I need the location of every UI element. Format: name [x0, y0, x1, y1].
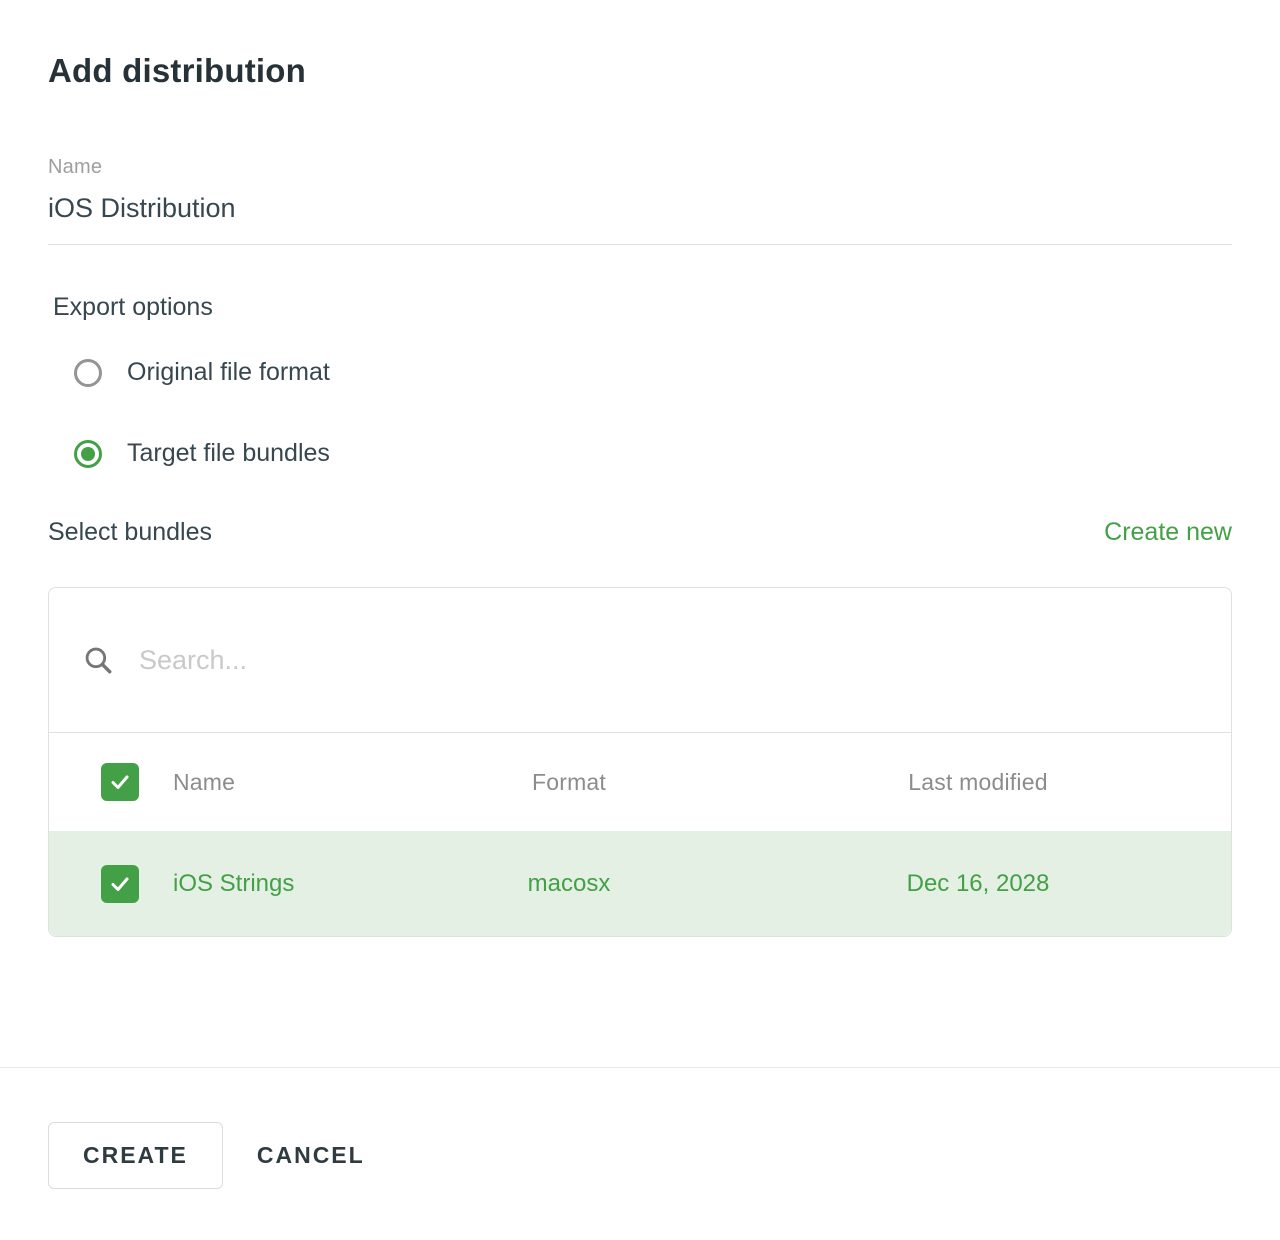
export-options-section: Export options Original file format Targ… [48, 293, 1232, 468]
name-field-group: Name [48, 156, 1232, 245]
create-button[interactable]: CREATE [48, 1122, 223, 1189]
bundles-search-row [49, 588, 1231, 732]
radio-original-file-format[interactable]: Original file format [74, 358, 1232, 387]
bundles-picker: Name Format Last modified iOS Strings ma… [48, 587, 1232, 937]
select-all-checkbox-checked-icon[interactable] [101, 763, 139, 801]
bundles-table-header: Name Format Last modified [49, 732, 1231, 831]
row-checkbox-cell [49, 865, 173, 903]
select-bundles-label: Select bundles [48, 518, 212, 547]
select-all-cell [49, 763, 173, 801]
create-new-link[interactable]: Create new [1104, 518, 1232, 547]
page-title: Add distribution [48, 52, 1232, 90]
bundles-search-input[interactable] [139, 645, 1199, 676]
select-bundles-header: Select bundles Create new [48, 518, 1232, 547]
add-distribution-form: Add distribution Name Export options Ori… [0, 52, 1280, 937]
name-input[interactable] [48, 189, 1232, 245]
row-bundle-format: macosx [413, 870, 725, 898]
radio-original-label: Original file format [127, 358, 330, 387]
table-row[interactable]: iOS Strings macosx Dec 16, 2028 [49, 831, 1231, 936]
export-options-label: Export options [53, 293, 1232, 322]
name-field-label: Name [48, 156, 1232, 179]
row-bundle-last-modified: Dec 16, 2028 [725, 870, 1231, 898]
form-actions: CREATE CANCEL [48, 1122, 365, 1189]
footer-divider [0, 1067, 1280, 1068]
column-header-format: Format [413, 769, 725, 796]
column-header-name: Name [173, 769, 413, 796]
row-bundle-name: iOS Strings [173, 870, 413, 898]
cancel-button[interactable]: CANCEL [257, 1122, 365, 1189]
radio-target-label: Target file bundles [127, 439, 330, 468]
radio-target-file-bundles[interactable]: Target file bundles [74, 439, 1232, 468]
row-checkbox-checked-icon[interactable] [101, 865, 139, 903]
column-header-last-modified: Last modified [725, 769, 1231, 796]
radio-unchecked-icon[interactable] [74, 359, 102, 387]
search-icon [81, 643, 115, 677]
radio-checked-icon[interactable] [74, 440, 102, 468]
